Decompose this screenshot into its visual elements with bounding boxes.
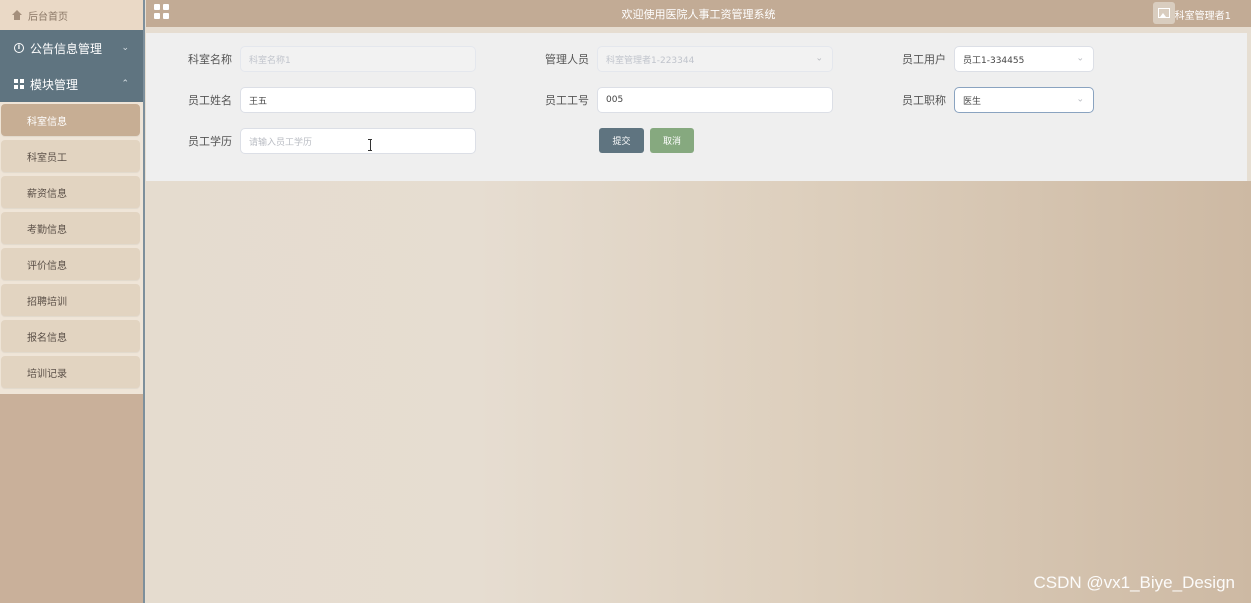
employee-edu-label: 员工学历 bbox=[188, 135, 232, 148]
employee-title-value: 医生 bbox=[963, 96, 982, 107]
field-dept-name: 科室名称 科室名称1 bbox=[186, 46, 476, 72]
form-panel: 科室名称 科室名称1 管理人员 科室管理者1-223344 ⌄ 员工用户 员工1… bbox=[146, 33, 1247, 181]
content-area bbox=[146, 181, 1251, 603]
employee-user-label: 员工用户 bbox=[902, 53, 946, 66]
image-icon bbox=[1158, 8, 1170, 18]
sidebar-home[interactable]: 后台首页 bbox=[0, 0, 143, 30]
dept-name-input: 科室名称1 bbox=[240, 46, 476, 72]
sidebar-home-label: 后台首页 bbox=[28, 11, 68, 23]
sidebar-item-recruitment[interactable]: 招聘培训 bbox=[1, 284, 140, 316]
menu-group-modules[interactable]: 模块管理 ⌃ bbox=[0, 66, 143, 102]
employee-title-select[interactable]: 医生 ⌄ bbox=[954, 87, 1094, 113]
field-employee-edu: 员工学历 请输入员工学历 bbox=[186, 128, 476, 154]
employee-name-label: 员工姓名 bbox=[188, 94, 232, 107]
info-circle-icon: i bbox=[14, 43, 24, 53]
field-employee-title: 员工职称 医生 ⌄ bbox=[900, 87, 1094, 113]
top-bar: 欢迎使用医院人事工资管理系统 科室管理者1 bbox=[146, 0, 1251, 27]
sidebar-item-attendance[interactable]: 考勤信息 bbox=[1, 212, 140, 244]
field-employee-user: 员工用户 员工1-334455 ⌄ bbox=[900, 46, 1094, 72]
employee-no-label: 员工工号 bbox=[545, 94, 589, 107]
sidebar-item-label: 科室信息 bbox=[27, 116, 67, 128]
sidebar-item-label: 薪资信息 bbox=[27, 188, 67, 200]
sidebar-item-registration[interactable]: 报名信息 bbox=[1, 320, 140, 352]
sidebar-item-dept-staff[interactable]: 科室员工 bbox=[1, 140, 140, 172]
watermark: CSDN @vx1_Biye_Design bbox=[1033, 573, 1235, 592]
employee-no-value: 005 bbox=[606, 95, 624, 105]
text-cursor-icon bbox=[368, 139, 372, 151]
employee-no-input[interactable]: 005 bbox=[597, 87, 833, 113]
sidebar-item-label: 培训记录 bbox=[27, 368, 67, 380]
dept-name-label: 科室名称 bbox=[188, 53, 232, 66]
employee-title-label: 员工职称 bbox=[902, 94, 946, 107]
sidebar-item-salary[interactable]: 薪资信息 bbox=[1, 176, 140, 208]
page-title: 欢迎使用医院人事工资管理系统 bbox=[621, 8, 776, 21]
sidebar-item-label: 科室员工 bbox=[27, 152, 67, 164]
avatar[interactable] bbox=[1153, 2, 1175, 24]
chevron-up-icon: ⌃ bbox=[121, 79, 129, 89]
chevron-down-icon: ⌄ bbox=[1076, 53, 1084, 64]
sidebar-item-training-records[interactable]: 培训记录 bbox=[1, 356, 140, 388]
field-manager: 管理人员 科室管理者1-223344 ⌄ bbox=[543, 46, 833, 72]
home-icon bbox=[12, 10, 22, 20]
submenu-modules: 科室信息 科室员工 薪资信息 考勤信息 评价信息 招聘培训 报名信息 培训记录 bbox=[0, 102, 143, 394]
sidebar-item-label: 报名信息 bbox=[27, 332, 67, 344]
employee-name-input[interactable]: 王五 bbox=[240, 87, 476, 113]
chevron-down-icon: ⌄ bbox=[1076, 94, 1084, 105]
submit-button[interactable]: 提交 bbox=[599, 128, 644, 153]
cancel-button[interactable]: 取消 bbox=[650, 128, 694, 153]
dept-name-value: 科室名称1 bbox=[249, 55, 291, 66]
user-name[interactable]: 科室管理者1 bbox=[1175, 7, 1231, 22]
manager-label: 管理人员 bbox=[545, 53, 589, 66]
sidebar-item-label: 考勤信息 bbox=[27, 224, 67, 236]
sidebar: 后台首页 i 公告信息管理 ⌄ 模块管理 ⌃ 科室信息 科室员工 薪资信息 考勤… bbox=[0, 0, 145, 603]
sidebar-item-evaluation[interactable]: 评价信息 bbox=[1, 248, 140, 280]
menu-group-label: 公告信息管理 bbox=[30, 41, 103, 56]
field-employee-name: 员工姓名 王五 bbox=[186, 87, 476, 113]
sidebar-item-label: 评价信息 bbox=[27, 260, 67, 272]
employee-edu-input[interactable]: 请输入员工学历 bbox=[240, 128, 476, 154]
sidebar-item-dept-info[interactable]: 科室信息 bbox=[1, 104, 140, 136]
sidebar-item-label: 招聘培训 bbox=[27, 296, 67, 308]
employee-edu-placeholder: 请输入员工学历 bbox=[249, 137, 313, 148]
employee-user-value: 员工1-334455 bbox=[963, 55, 1025, 66]
menu-group-announcements[interactable]: i 公告信息管理 ⌄ bbox=[0, 30, 143, 66]
menu-group-label: 模块管理 bbox=[30, 77, 79, 92]
chevron-down-icon: ⌄ bbox=[121, 43, 129, 53]
employee-user-select[interactable]: 员工1-334455 ⌄ bbox=[954, 46, 1094, 72]
employee-name-value: 王五 bbox=[249, 96, 268, 107]
manager-select: 科室管理者1-223344 ⌄ bbox=[597, 46, 833, 72]
field-employee-no: 员工工号 005 bbox=[543, 87, 833, 113]
grid-icon bbox=[14, 79, 24, 89]
chevron-down-icon: ⌄ bbox=[815, 53, 823, 64]
manager-value: 科室管理者1-223344 bbox=[606, 55, 695, 66]
